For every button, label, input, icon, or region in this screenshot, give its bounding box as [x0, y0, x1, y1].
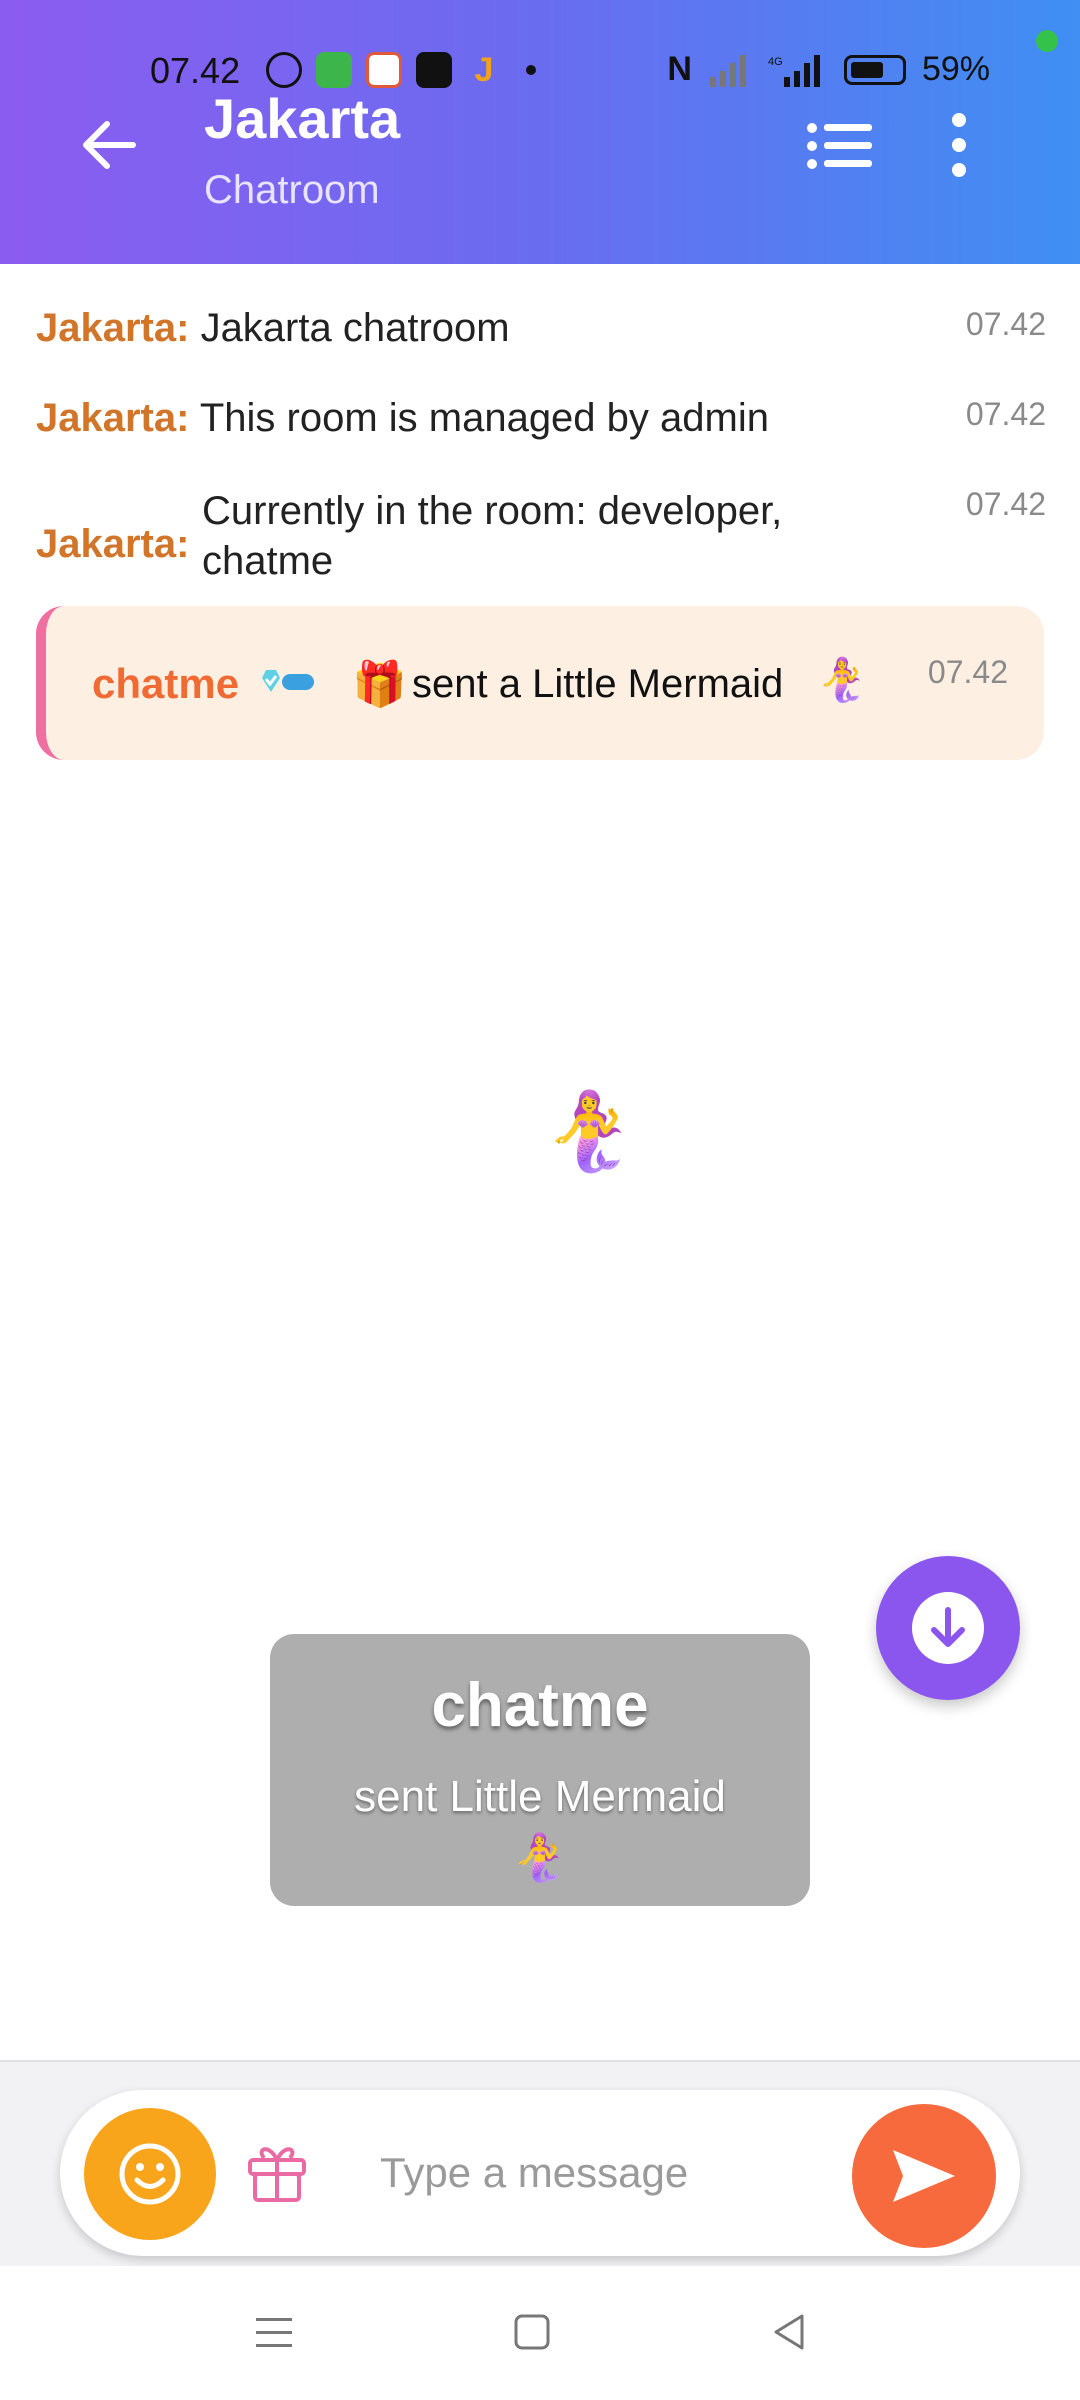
gift-sender[interactable]: chatme [92, 660, 239, 708]
scroll-to-bottom-button[interactable] [876, 1556, 1020, 1700]
gift-icon [248, 2147, 306, 2202]
arrow-down-icon [931, 1607, 965, 1647]
wallet-icon [416, 52, 452, 88]
toast-text: sent Little Mermaid [354, 1772, 726, 1821]
whatsapp-icon [266, 52, 302, 88]
emoji-button[interactable] [84, 2108, 216, 2240]
more-notifications-dot [526, 65, 536, 75]
smiley-icon [119, 2143, 181, 2205]
game-icon [366, 52, 402, 88]
camera-indicator-dot [1036, 30, 1058, 52]
gift-button[interactable] [244, 2138, 314, 2208]
list-icon [807, 123, 872, 169]
system-message: Jakarta: This room is managed by admin 0… [36, 396, 1046, 441]
scroll-button-inner [912, 1592, 984, 1664]
signal-4g-icon: 4G [768, 54, 820, 87]
more-vertical-icon [952, 113, 966, 177]
nfc-icon: N [667, 50, 692, 88]
message-time: 07.42 [965, 396, 1046, 432]
message-time: 07.42 [965, 486, 1046, 522]
gift-text: sent a Little Mermaid [412, 662, 784, 706]
svg-text:4G: 4G [768, 56, 783, 68]
room-title: Jakarta [204, 87, 401, 150]
gift-time: 07.42 [927, 654, 1008, 690]
system-navigation-bar [0, 2266, 1080, 2400]
message-input[interactable] [380, 2130, 840, 2216]
message-time: 07.42 [965, 306, 1046, 342]
system-status: N 4G 59% [667, 50, 990, 89]
message-sender: Jakarta: [36, 306, 190, 350]
gift-box-icon: 🎁 [352, 660, 407, 709]
battery-percent: 59% [921, 50, 990, 88]
arrow-left-icon [83, 121, 136, 169]
system-message: Jakarta: Jakarta chatroom 07.42 [36, 306, 1046, 351]
verified-badge-icon [262, 670, 314, 692]
app-header: 07.42 J N 4G 59% Jakarta Chatroom [0, 0, 1080, 264]
room-subtitle: Chatroom [204, 168, 380, 212]
more-options-button[interactable] [944, 110, 974, 180]
composer-pill [60, 2090, 1020, 2256]
app-store-icon [316, 52, 352, 88]
triangle-back-icon [774, 2314, 804, 2350]
nav-recents-button[interactable] [244, 2302, 304, 2362]
battery-icon [843, 54, 906, 85]
square-icon [514, 2314, 550, 2350]
send-icon [893, 2150, 955, 2202]
message-text: This room is managed by admin [199, 396, 769, 440]
mermaid-icon: 🧜‍♀️ [816, 656, 869, 703]
message-sender: Jakarta: [36, 522, 190, 566]
participants-list-button[interactable] [806, 116, 876, 176]
mermaid-animation-icon: 🧜‍♀️ [542, 1089, 637, 1174]
signal-sim1-icon [709, 54, 746, 87]
nav-home-button[interactable] [502, 2302, 562, 2362]
status-bar: 07.42 J N 4G 59% [0, 0, 1080, 110]
gift-message-card: chatme 🎁 sent a Little Mermaid 🧜‍♀️ 07.4… [36, 606, 1044, 760]
nav-back-button[interactable] [760, 2302, 820, 2362]
toast-title: chatme [431, 1671, 649, 1740]
toast-mermaid-icon: 🧜‍♀️ [511, 1831, 569, 1883]
j-app-icon: J [474, 51, 494, 89]
send-button[interactable] [852, 2104, 996, 2248]
message-sender: Jakarta: [36, 396, 190, 440]
back-button[interactable] [74, 110, 144, 180]
message-text: Jakarta chatroom [200, 306, 510, 350]
message-text: Currently in the room: developer, chatme [202, 489, 783, 583]
menu-icon [256, 2318, 292, 2347]
gift-toast: chatme sent Little Mermaid 🧜‍♀️ [270, 1634, 810, 1906]
system-message: Jakarta: Currently in the room: develope… [36, 486, 1046, 586]
composer-area [0, 2060, 1080, 2266]
notification-icons: J [266, 52, 536, 88]
